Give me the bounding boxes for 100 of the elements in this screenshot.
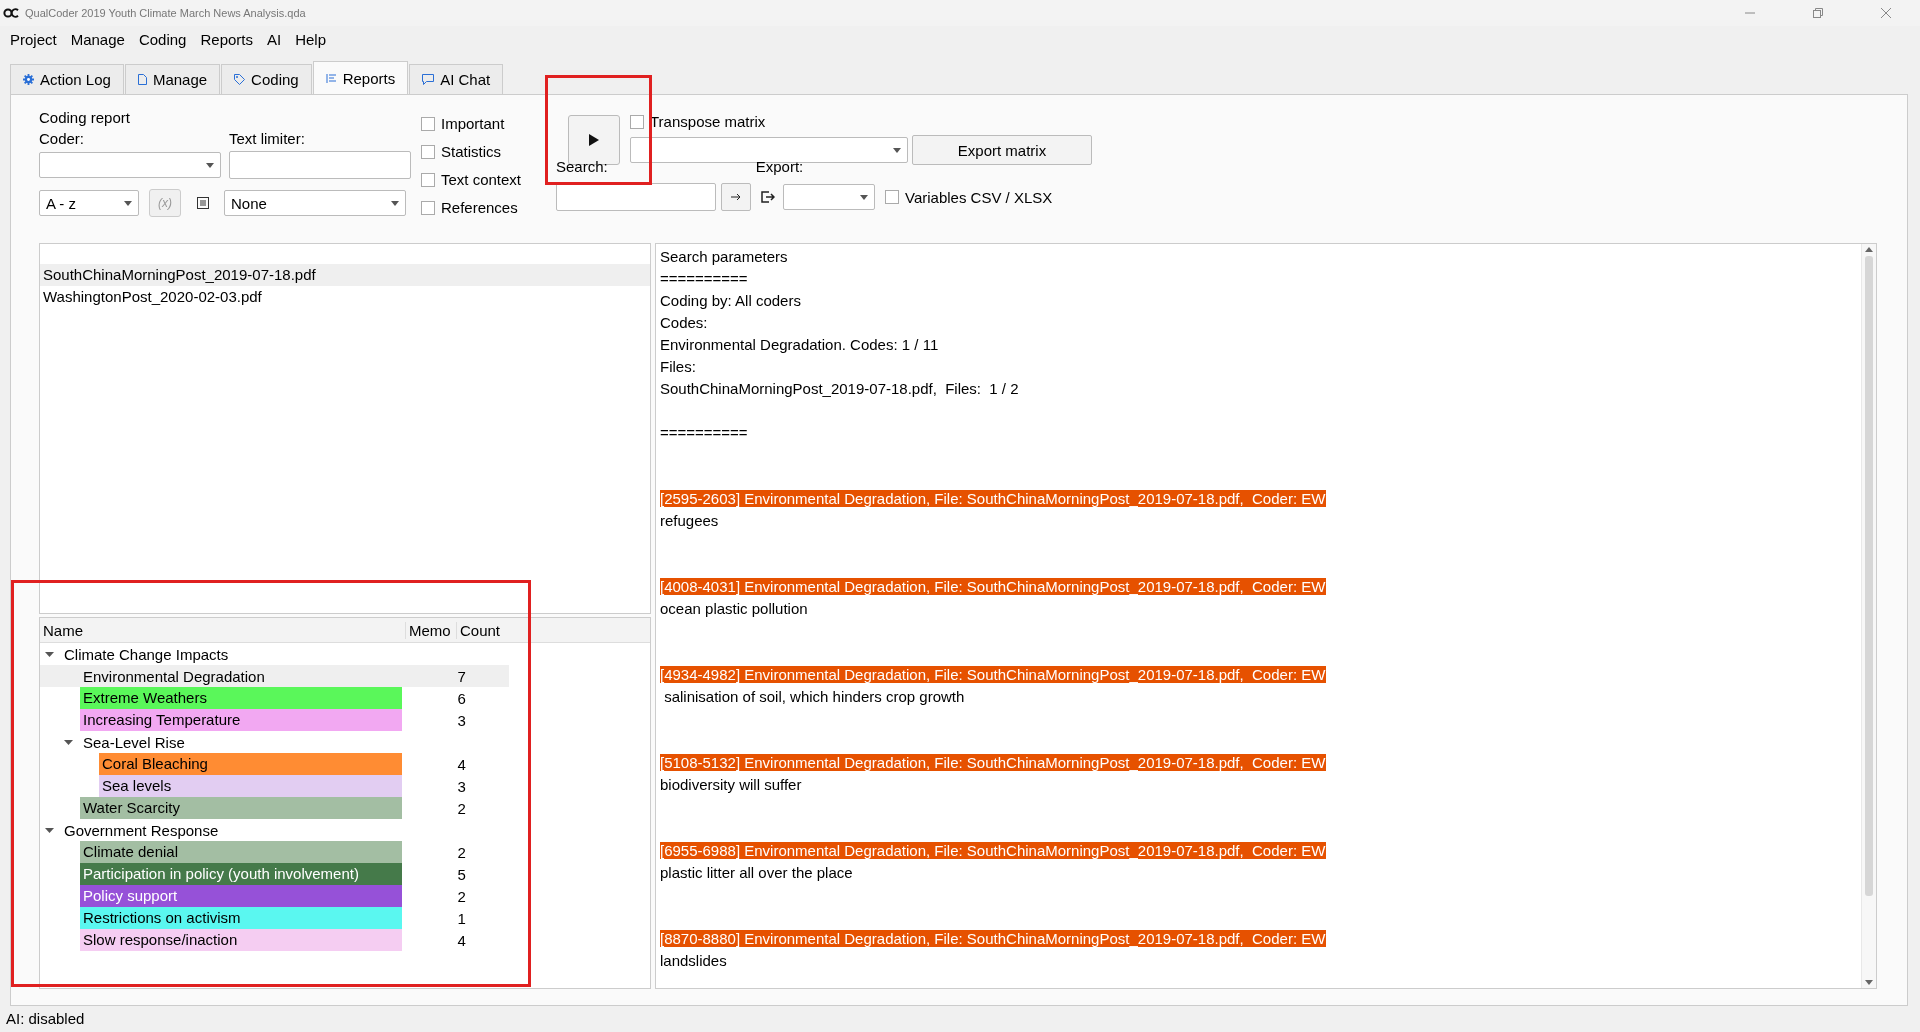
- report-line: SouthChinaMorningPost_2019-07-18.pdf, Files: 1 / 2: [660, 379, 1020, 399]
- go-button[interactable]: [721, 183, 751, 211]
- app-logo-icon: [3, 8, 19, 18]
- menu-item[interactable]: Coding: [138, 30, 187, 48]
- column-header[interactable]: Name: [40, 621, 406, 639]
- tree-row[interactable]: Increasing Temperature 3: [40, 709, 509, 731]
- code-label: Restrictions on activism: [80, 907, 402, 929]
- restore-icon[interactable]: [1812, 7, 1824, 19]
- result-text: salinisation of soil, which hinders crop growth: [663, 687, 966, 707]
- result-text: biodiversity will suffer: [660, 775, 803, 795]
- tree-row[interactable]: Climate denial 2: [40, 841, 509, 863]
- matrix-dropdown[interactable]: [630, 137, 908, 163]
- result-text: landslides: [660, 951, 728, 971]
- scroll-down-icon[interactable]: [1865, 980, 1873, 985]
- count-cell: 2: [457, 843, 466, 861]
- caret-icon: [860, 194, 868, 200]
- tab[interactable]: AI Chat: [409, 64, 504, 94]
- checkbox[interactable]: [421, 200, 435, 215]
- count-cell: 7: [457, 667, 466, 685]
- field-label: Text limiter:: [229, 130, 305, 147]
- tree-row[interactable]: Government Response: [40, 819, 509, 841]
- field-label: Coder:: [39, 130, 86, 147]
- category-label: Climate Change Impacts: [63, 645, 229, 663]
- search-field[interactable]: [556, 183, 716, 211]
- checkbox-label: References: [441, 199, 518, 216]
- result-text: ocean plastic pollution: [660, 599, 809, 619]
- export-matrix-button[interactable]: Export matrix: [912, 135, 1092, 165]
- checkbox-label: Transpose matrix: [650, 113, 766, 130]
- tab[interactable]: Action Log: [10, 64, 124, 94]
- tree-row[interactable]: Climate Change Impacts: [40, 643, 509, 665]
- result-header: [8870-8880] Environmental Degradation, File: SouthChinaMorningPost_2019-07-18.pdf, Coder: EW: [660, 930, 1327, 947]
- code-label: Participation in policy (youth involvement): [80, 863, 402, 885]
- tree-row[interactable]: Sea levels 3: [40, 775, 509, 797]
- tree-row[interactable]: Participation in policy (youth involvement) 5: [40, 863, 509, 885]
- tree-row[interactable]: Extreme Weathers 6: [40, 687, 509, 709]
- menu-item[interactable]: Reports: [200, 30, 253, 48]
- column-header[interactable]: Count: [457, 621, 508, 639]
- code-label: Climate denial: [80, 841, 402, 863]
- caret-icon: [124, 200, 132, 206]
- tree-row[interactable]: Coral Bleaching 4: [40, 753, 509, 775]
- checkbox-label: Variables CSV / XLSX: [905, 188, 1053, 206]
- menu-item[interactable]: Project: [10, 30, 57, 48]
- expand-arrow-icon[interactable]: [64, 737, 73, 747]
- count-cell: 3: [457, 711, 466, 729]
- count-cell: 3: [457, 777, 466, 795]
- tab[interactable]: Manage: [124, 64, 221, 94]
- report-line: ==========: [660, 269, 749, 289]
- checkbox[interactable]: [421, 144, 435, 159]
- column-header[interactable]: Memo: [406, 621, 457, 639]
- tree-row[interactable]: Water Scarcity 2: [40, 797, 509, 819]
- coder-dropdown[interactable]: [39, 152, 221, 178]
- code-label: Water Scarcity: [80, 797, 402, 819]
- scrollbar[interactable]: [1861, 244, 1876, 988]
- gear-icon: [23, 74, 34, 85]
- report-line: Search parameters: [660, 247, 789, 267]
- limiter-dropdown[interactable]: None: [224, 190, 406, 216]
- export-icon[interactable]: [761, 191, 775, 203]
- play-icon: [589, 134, 599, 146]
- code-label: Extreme Weathers: [80, 687, 402, 709]
- status-text: AI: disabled: [6, 1010, 85, 1027]
- tab[interactable]: Coding: [221, 64, 312, 94]
- scroll-up-icon[interactable]: [1865, 247, 1873, 252]
- result-header: [4008-4031] Environmental Degradation, File: SouthChinaMorningPost_2019-07-18.pdf, Coder: EW: [660, 578, 1327, 595]
- scrollbar-thumb[interactable]: [1865, 256, 1873, 896]
- tree-row[interactable]: Sea-Level Rise: [40, 731, 509, 753]
- result-header: [2595-2603] Environmental Degradation, File: SouthChinaMorningPost_2019-07-18.pdf, Coder: EW: [660, 490, 1327, 507]
- field-label: Export:: [755, 158, 804, 175]
- tree-row[interactable]: Policy support 2: [40, 885, 509, 907]
- notes-icon[interactable]: [197, 197, 209, 209]
- caret-icon: [893, 147, 901, 153]
- count-cell: 4: [457, 755, 466, 773]
- checkbox[interactable]: [630, 114, 644, 129]
- menu-item[interactable]: Help: [295, 30, 327, 48]
- checkbox[interactable]: [421, 116, 435, 131]
- report-line: Files:: [660, 357, 697, 377]
- checkbox-label: Statistics: [441, 143, 501, 160]
- checkbox-label: Text context: [441, 171, 522, 188]
- export-dropdown[interactable]: [783, 184, 875, 210]
- caret-icon: [391, 200, 399, 206]
- checkbox[interactable]: [885, 190, 899, 204]
- file-item[interactable]: WashingtonPost_2020-02-03.pdf: [40, 286, 650, 308]
- file-item[interactable]: SouthChinaMorningPost_2019-07-18.pdf: [40, 264, 650, 286]
- close-icon[interactable]: [1880, 7, 1892, 19]
- tag-icon: [234, 74, 246, 85]
- tree-row[interactable]: Restrictions on activism 1: [40, 907, 509, 929]
- count-cell: 2: [457, 799, 466, 817]
- tab[interactable]: Reports: [312, 61, 409, 94]
- checkbox-label: Important: [441, 115, 505, 132]
- menu-item[interactable]: AI: [267, 30, 282, 48]
- report-line: Environmental Degradation. Codes: 1 / 11: [660, 335, 940, 355]
- tree-row[interactable]: Environmental Degradation 7: [40, 665, 509, 687]
- checkbox[interactable]: [421, 172, 435, 187]
- expand-arrow-icon[interactable]: [45, 825, 54, 835]
- text-limiter-field[interactable]: [229, 151, 411, 179]
- expand-arrow-icon[interactable]: [45, 649, 54, 659]
- menu-item[interactable]: Manage: [70, 30, 125, 48]
- code-label: Policy support: [80, 885, 402, 907]
- report-line: Codes:: [660, 313, 709, 333]
- sort-dropdown[interactable]: A - z: [39, 190, 139, 216]
- tree-row[interactable]: Slow response/inaction 4: [40, 929, 509, 951]
